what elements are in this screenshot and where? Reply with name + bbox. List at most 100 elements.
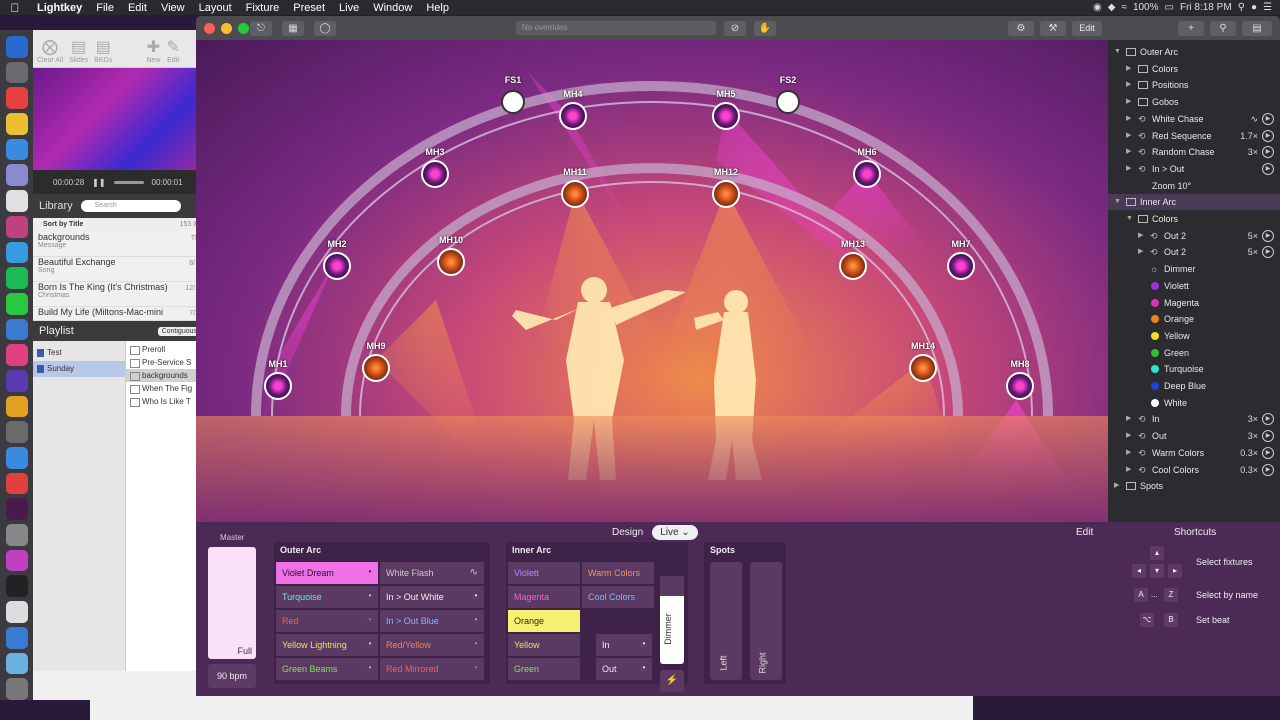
disclosure-closed-icon[interactable]: ▶ — [1126, 111, 1131, 127]
cue-button[interactable]: Green — [508, 658, 580, 680]
playlist-item[interactable]: Test — [33, 345, 125, 361]
sidebar-item[interactable]: Green — [1108, 345, 1280, 361]
moving-head-fixture[interactable] — [362, 354, 390, 382]
new-button[interactable]: ✚ New — [146, 37, 160, 64]
close-window-icon[interactable] — [204, 22, 215, 34]
play-icon[interactable]: ▶ — [1262, 413, 1274, 426]
cue-button[interactable]: Turquoise ◔ — [276, 586, 378, 608]
menu-layout[interactable]: Layout — [192, 2, 239, 14]
lightkey-icon[interactable] — [5, 549, 28, 572]
disclosure-open-icon[interactable]: ▼ — [1114, 44, 1121, 60]
cue-button[interactable]: In ◔ — [596, 634, 652, 656]
add-icon[interactable]: + — [1178, 21, 1204, 36]
dropbox-icon[interactable]: ◆ — [1108, 2, 1116, 13]
disclosure-closed-icon[interactable]: ▶ — [1138, 228, 1143, 244]
disclosure-closed-icon[interactable]: ▶ — [1126, 428, 1131, 444]
cue-button[interactable]: White Flash ∿ — [380, 562, 484, 584]
sidebar-item[interactable]: ▶ Colors — [1108, 61, 1280, 77]
sidebar-item[interactable]: ▼ Inner Arc — [1108, 194, 1280, 211]
apple-icon[interactable]:  — [0, 1, 30, 15]
tab-design[interactable]: Design — [612, 527, 643, 538]
clear-all-button[interactable]: ⨂ Clear All — [37, 37, 63, 64]
moving-head-fixture[interactable] — [712, 180, 740, 208]
tools-icon[interactable]: ⚒ — [1040, 21, 1066, 36]
stage-view[interactable]: FS1 FS2 MH1 MH2 MH3 MH4 MH5 MH6 MH7 MH8 MH9 MH10 MH1… — [196, 40, 1108, 522]
library-item[interactable]: Build My Life (Miltons-Mac-mini 7/2 — [33, 307, 203, 321]
slides-button[interactable]: ▤ Slides — [69, 37, 88, 64]
menu-app[interactable]: Lightkey — [30, 2, 89, 14]
acrobat-icon[interactable] — [5, 472, 28, 495]
cue-button[interactable]: Warm Colors — [582, 562, 654, 584]
sidebar-item[interactable]: ▶ ⟲ Cool Colors 0.3× ▶ — [1108, 462, 1280, 478]
disclosure-closed-icon[interactable]: ▶ — [1126, 411, 1131, 427]
speed-rate[interactable]: 1.7× — [1240, 128, 1258, 144]
finder-icon[interactable] — [5, 36, 28, 58]
clock[interactable]: Fri 8:18 PM — [1180, 2, 1232, 13]
play-icon[interactable]: ▶ — [1262, 463, 1274, 476]
playlist-mode-button[interactable]: Contiguous — [157, 326, 201, 336]
sidebar-item[interactable]: Zoom 10° — [1108, 178, 1280, 194]
edit-button[interactable]: ✎ Edit — [166, 37, 179, 64]
pause-icon[interactable]: ❚❚ — [92, 178, 105, 187]
sidebar-item[interactable]: ▶ ⟲ Out 3× ▶ — [1108, 428, 1280, 444]
play-icon[interactable]: ▶ — [1262, 146, 1274, 159]
propresenter-icon[interactable] — [5, 369, 28, 392]
stage-icon[interactable]: ◯ — [314, 21, 336, 36]
cue-button[interactable]: Violet Dream ◔ — [276, 562, 378, 584]
disclosure-closed-icon[interactable]: ▶ — [1126, 144, 1131, 160]
pencil-icon[interactable] — [5, 395, 28, 418]
cue-button[interactable]: Yellow — [508, 634, 580, 656]
patch-icon[interactable]: ⎋ — [250, 21, 272, 36]
sidebar-item[interactable]: ▶ Spots — [1108, 478, 1280, 494]
speed-rate[interactable]: 5× — [1248, 228, 1258, 244]
playlist-entry[interactable]: backgrounds — [126, 369, 203, 382]
disclosure-open-icon[interactable]: ▼ — [1126, 211, 1133, 227]
slack-icon[interactable] — [5, 498, 28, 521]
play-icon[interactable]: ▶ — [1262, 112, 1274, 125]
cue-button[interactable]: Cool Colors — [582, 586, 654, 608]
tab-live[interactable]: Live ⌄ — [652, 525, 698, 540]
user-icon[interactable]: ● — [1251, 2, 1257, 13]
sidebar-item[interactable]: ▶ Gobos — [1108, 94, 1280, 110]
followspot-fixture[interactable] — [501, 90, 525, 114]
piano-icon[interactable] — [5, 575, 28, 598]
gear-icon[interactable]: ⚙ — [1008, 21, 1034, 36]
moving-head-fixture[interactable] — [264, 372, 292, 400]
play-icon[interactable]: ▶ — [1262, 229, 1274, 242]
disclosure-closed-icon[interactable]: ▶ — [1126, 61, 1131, 77]
speed-rate[interactable]: 3× — [1248, 428, 1258, 444]
record-icon[interactable]: ◉ — [1093, 2, 1102, 13]
cue-button[interactable]: In > Out Blue ◔ — [380, 610, 484, 632]
playlist-entry[interactable]: Pre-Service S — [126, 356, 203, 369]
speed-rate[interactable]: 3× — [1248, 144, 1258, 160]
library-sort[interactable]: Sort by Title 153 It — [33, 218, 203, 232]
moving-head-fixture[interactable] — [559, 102, 587, 130]
facetime-icon[interactable] — [5, 292, 28, 315]
playlist-entry[interactable]: When The Fig — [126, 382, 203, 395]
sidebar-item[interactable]: Magenta — [1108, 295, 1280, 311]
menu-edit[interactable]: Edit — [121, 2, 154, 14]
calendar-icon[interactable] — [5, 87, 28, 110]
menu-fixture[interactable]: Fixture — [239, 2, 287, 14]
library-item[interactable]: Beautiful Exchange Song 8/1 — [33, 257, 203, 282]
moving-head-fixture[interactable] — [839, 252, 867, 280]
preview-icon[interactable] — [5, 164, 28, 187]
photos-icon[interactable] — [5, 215, 28, 238]
disclosure-closed-icon[interactable]: ▶ — [1114, 478, 1119, 494]
wifi-icon[interactable]: ≈ — [1121, 2, 1127, 13]
sidebar-item[interactable]: ▶ ⟲ White Chase ∿ ▶ — [1108, 111, 1280, 127]
sidebar-item[interactable]: ▼ Outer Arc — [1108, 44, 1280, 60]
pulse-icon[interactable]: ∿ — [1250, 111, 1258, 127]
sidebar-item[interactable]: ▶ ⟲ In 3× ▶ — [1108, 411, 1280, 427]
menu-preset[interactable]: Preset — [286, 2, 332, 14]
cue-button[interactable]: Yellow Lightning ◔ — [276, 634, 378, 656]
sidebar-item[interactable]: ▶ ⟲ Out 2 5× ▶ — [1108, 228, 1280, 244]
cue-button[interactable]: Red ◔ — [276, 610, 378, 632]
library-search-input[interactable]: Search — [80, 200, 181, 212]
sidebar-item[interactable]: Yellow — [1108, 328, 1280, 344]
play-icon[interactable]: ▶ — [1262, 129, 1274, 142]
playlist-entry[interactable]: Preroll — [126, 343, 203, 356]
inner-dimmer-fader[interactable]: Dimmer — [660, 576, 684, 664]
console-icon[interactable]: ▦ — [282, 21, 304, 36]
edit-mode-button[interactable]: Edit — [1072, 21, 1102, 36]
